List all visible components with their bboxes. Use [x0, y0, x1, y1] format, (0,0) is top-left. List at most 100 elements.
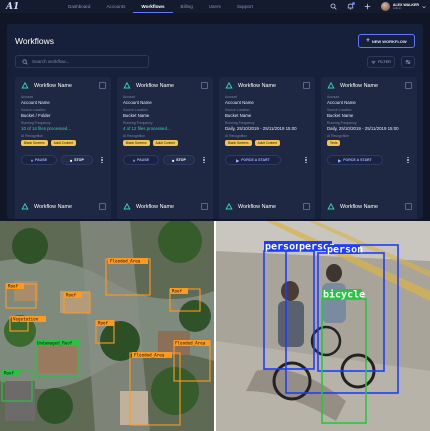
workflow-card[interactable]: Workflow Name — [219, 198, 315, 219]
workflow-recycle-icon — [225, 82, 233, 89]
force-start-button[interactable]: ▶ FORCE A START — [225, 155, 281, 165]
card-checkbox[interactable] — [99, 82, 106, 89]
new-workflow-label: NEW WORKFLOW — [371, 38, 407, 44]
workflow-title: Workflow Name — [238, 204, 276, 210]
workflow-title: Workflow Name — [34, 204, 72, 210]
account-label: Account — [327, 95, 340, 99]
source-value: Bucket Name — [123, 113, 150, 118]
source-value: Bucket Name — [225, 113, 252, 118]
top-actions: ALEX WALKER Admin — [330, 0, 426, 13]
card-checkbox[interactable] — [201, 82, 208, 89]
workflow-title: Workflow Name — [34, 83, 72, 89]
frequency-value: 4 of 12 files processed... — [123, 126, 171, 131]
workflow-recycle-icon — [327, 203, 335, 210]
app-logo[interactable]: A1 — [6, 2, 56, 12]
workflow-card[interactable]: Workflow Name Account Account Name Sourc… — [219, 77, 315, 214]
source-label: Source Location — [327, 108, 352, 112]
more-options-icon[interactable] — [99, 155, 105, 165]
aerial-label: Flooded_Area — [134, 353, 165, 358]
card-checkbox[interactable] — [405, 203, 412, 210]
user-role: Admin — [392, 6, 402, 10]
aerial-label: Roof — [4, 371, 15, 376]
pause-button[interactable]: ⏸ PAUSE — [21, 155, 57, 165]
ai-tags: Texts — [327, 140, 417, 146]
workflows-panel: Workflows + NEW WORKFLOW FILTER Workflow… — [7, 24, 423, 219]
search-icon[interactable] — [330, 3, 337, 10]
card-checkbox[interactable] — [99, 203, 106, 210]
ai-recognition-label: AI Recognition — [327, 134, 350, 138]
frequency-label: Running Frequency — [123, 121, 153, 125]
add-icon[interactable] — [364, 3, 371, 10]
ai-recognition-label: AI Recognition — [225, 134, 248, 138]
view-options-button[interactable] — [401, 56, 415, 68]
nav-link-dashboard[interactable]: Dashboard — [60, 0, 98, 13]
search-icon — [22, 59, 28, 65]
pause-button[interactable]: ⏸ PAUSE — [123, 155, 159, 165]
more-options-icon[interactable] — [303, 155, 309, 165]
page-title: Workflows — [15, 36, 55, 46]
workflow-recycle-icon — [21, 203, 29, 210]
aerial-label: Roof — [8, 284, 19, 289]
frequency-value: Daily, 25/10/2019 - 25/11/2019 15:00 — [225, 126, 297, 131]
search-box[interactable] — [15, 55, 149, 68]
account-value: Account Name — [21, 100, 50, 105]
stop-button[interactable]: ⏹ STOP — [163, 155, 195, 165]
stop-button[interactable]: ⏹ STOP — [61, 155, 93, 165]
stop-icon: ⏹ — [172, 157, 175, 163]
pause-label: PAUSE — [34, 158, 48, 162]
aerial-detection-image: Flooded_Area Flooded_Area Roof Undamaged… — [0, 221, 214, 431]
aerial-label: Roof — [98, 321, 109, 326]
card-checkbox[interactable] — [405, 82, 412, 89]
workflow-title: Workflow Name — [340, 83, 378, 89]
card-checkbox[interactable] — [303, 82, 310, 89]
card-header: Workflow Name — [219, 198, 315, 216]
workflow-card[interactable]: Workflow Name — [15, 198, 111, 219]
account-value: Account Name — [123, 100, 152, 105]
workflow-card[interactable]: Workflow Name — [117, 198, 213, 219]
source-label: Source Location — [21, 108, 46, 112]
more-options-icon[interactable] — [405, 155, 411, 165]
stop-label: STOP — [74, 158, 84, 162]
play-icon: ▶ — [236, 157, 240, 163]
nav-link-workflows[interactable]: Workflows — [133, 0, 173, 13]
more-options-icon[interactable] — [201, 155, 207, 165]
user-info: ALEX WALKER Admin — [393, 3, 419, 10]
frequency-label: Running Frequency — [21, 121, 51, 125]
workflow-recycle-icon — [21, 82, 29, 89]
tag-adult-content: Adult Content — [254, 140, 280, 146]
card-actions: ▶ FORCE A START — [225, 155, 315, 165]
nav-link-billing[interactable]: Billing — [173, 0, 201, 13]
nav-link-users[interactable]: Users — [201, 0, 229, 13]
aerial-label: Vegetation — [13, 317, 39, 322]
ai-recognition-label: AI Recognition — [123, 134, 146, 138]
force-start-button[interactable]: ▶ FORCE A START — [327, 155, 383, 165]
workflow-card[interactable]: Workflow Name — [321, 198, 417, 219]
tag-texts: Texts — [327, 140, 341, 146]
nav-link-support[interactable]: Support — [229, 0, 261, 13]
notification-bell-icon[interactable] — [347, 2, 355, 10]
workflow-card[interactable]: Workflow Name Account Account Name Sourc… — [15, 77, 111, 214]
filter-label: FILTER — [378, 60, 391, 64]
street-label: bicycle — [323, 289, 365, 301]
frequency-value: 10 of 14 files processed... — [21, 126, 72, 131]
frequency-value: Daily, 25/10/2019 - 25/11/2019 15:00 — [327, 126, 399, 131]
pause-icon: ⏸ — [132, 157, 135, 163]
source-label: Source Location — [225, 108, 250, 112]
new-workflow-button[interactable]: + NEW WORKFLOW — [358, 34, 415, 48]
card-header: Workflow Name — [15, 198, 111, 216]
workflow-card[interactable]: Workflow Name Account Account Name Sourc… — [321, 77, 417, 214]
card-checkbox[interactable] — [303, 203, 310, 210]
workflow-recycle-icon — [225, 203, 233, 210]
stop-icon: ⏹ — [70, 157, 73, 163]
filter-button[interactable]: FILTER — [367, 56, 395, 68]
workflow-card[interactable]: Workflow Name Account Account Name Sourc… — [117, 77, 213, 214]
aerial-label: Flooded_Area — [110, 259, 141, 264]
aerial-label: Roof — [66, 293, 77, 298]
chevron-down-icon — [422, 5, 426, 8]
card-checkbox[interactable] — [201, 203, 208, 210]
nav-link-accounts[interactable]: Accounts — [98, 0, 133, 13]
workflow-recycle-icon — [327, 82, 335, 89]
user-menu[interactable]: ALEX WALKER Admin — [380, 2, 426, 11]
source-value: Bucket Name — [327, 113, 354, 118]
search-input[interactable] — [32, 59, 142, 64]
